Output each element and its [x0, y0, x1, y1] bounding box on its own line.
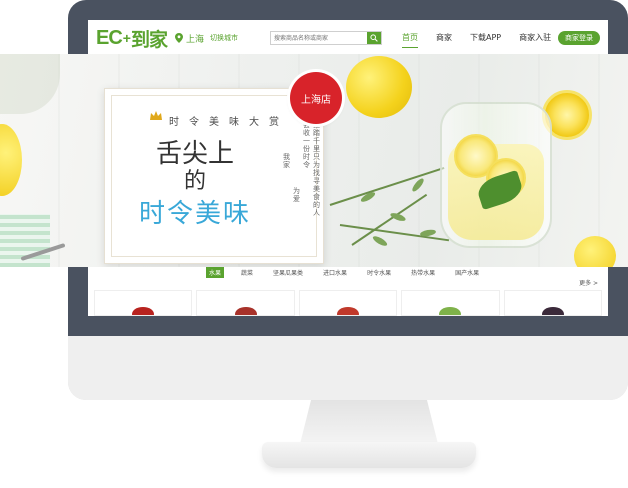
more-link[interactable]: 更多 >: [579, 278, 598, 287]
search-input[interactable]: [271, 32, 367, 44]
poster-poem: 给挂踏千里只为找寻美食的人 都会收一份时令 为爱 我家: [283, 113, 320, 217]
nav-merchant-join[interactable]: 商家入驻: [519, 20, 551, 56]
site-header: EC + 到家 上海 切换城市 首页 商家 下载APP 商家入驻 商: [88, 20, 608, 56]
nav-merchants[interactable]: 商家: [436, 20, 452, 56]
cherry-image: [132, 307, 155, 315]
monitor-stand-base: [262, 442, 476, 468]
monitor-mockup: EC + 到家 上海 切换城市 首页 商家 下载APP 商家入驻 商: [0, 0, 628, 488]
logo-plus: +: [122, 30, 131, 46]
monitor-stand-neck: [300, 400, 438, 444]
tab-seasonal-fruit[interactable]: 时令水果: [364, 267, 394, 278]
search-box: [270, 31, 382, 45]
shanghai-store-badge: 上海店: [290, 72, 342, 124]
plum-image: [541, 307, 564, 315]
category-tabs: 水果 蔬菜 坚果瓜果类 进口水果 时令水果 热带水果 国产水果: [88, 266, 608, 278]
tab-tropical-fruit[interactable]: 热带水果: [408, 267, 438, 278]
location-selector[interactable]: 上海 切换城市: [175, 32, 238, 45]
promo-poster: 时 令 美 味 大 赏 舌尖上 的 时令美味 给挂踏千里只为找寻美食的人 都会收…: [104, 88, 324, 264]
poster-title-line-3: 时令美味: [138, 199, 251, 229]
tab-domestic-fruit[interactable]: 国产水果: [452, 267, 482, 278]
site-logo[interactable]: EC + 到家: [96, 25, 168, 52]
lemon-image: [346, 56, 412, 118]
tab-vegetables[interactable]: 蔬菜: [238, 267, 256, 278]
logo-latin: EC: [96, 26, 123, 49]
lychee-image: [234, 307, 257, 315]
nav-download-app[interactable]: 下载APP: [470, 20, 501, 56]
current-city: 上海: [186, 34, 205, 45]
merchant-login-button[interactable]: 商家登录: [558, 31, 600, 45]
location-pin-icon: [175, 33, 183, 43]
product-card[interactable]: [503, 290, 603, 316]
crown-icon: [150, 111, 162, 120]
hero-banner[interactable]: 时 令 美 味 大 赏 舌尖上 的 时令美味 给挂踏千里只为找寻美食的人 都会收…: [0, 54, 628, 267]
nav-home[interactable]: 首页: [402, 20, 418, 56]
tab-imported-fruit[interactable]: 进口水果: [320, 267, 350, 278]
product-card[interactable]: [401, 290, 500, 316]
product-card[interactable]: [298, 290, 398, 316]
product-card[interactable]: [94, 290, 193, 316]
switch-city-link[interactable]: 切换城市: [210, 33, 238, 43]
grape-image: [439, 307, 462, 315]
search-button[interactable]: [367, 32, 381, 44]
poster-title-line-2: 的: [183, 169, 206, 194]
product-card[interactable]: [196, 290, 295, 316]
main-nav: 首页 商家 下载APP 商家入驻: [402, 20, 569, 56]
strawberry-image: [337, 307, 360, 315]
poster-subtitle: 时 令 美 味 大 赏: [169, 117, 279, 128]
tab-nuts-melons[interactable]: 坚果瓜果类: [270, 267, 306, 278]
tab-fruit[interactable]: 水果: [206, 266, 225, 278]
logo-cn: 到家: [130, 29, 168, 51]
monitor-chin: [68, 336, 628, 400]
product-strip: [88, 290, 608, 316]
search-icon: [370, 34, 378, 42]
